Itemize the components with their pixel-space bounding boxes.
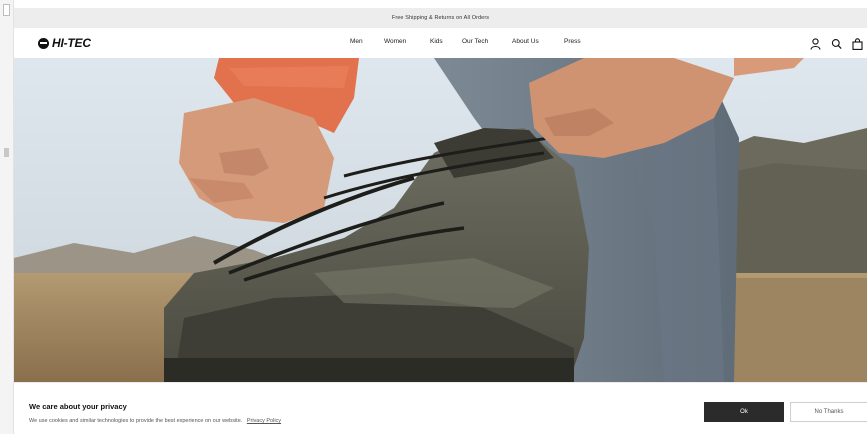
privacy-policy-link[interactable]: Privacy Policy xyxy=(247,418,281,424)
ok-button[interactable]: Ok xyxy=(704,402,784,422)
cookie-title: We care about your privacy xyxy=(29,402,127,411)
nav-item-men[interactable]: Men xyxy=(350,38,384,45)
nav-item-our-tech[interactable]: Our Tech xyxy=(462,38,512,45)
announcement-bar: Free Shipping & Returns on All Orders xyxy=(14,8,867,28)
cookie-banner: We care about your privacy We use cookie… xyxy=(14,382,867,434)
announcement-text: Free Shipping & Returns on All Orders xyxy=(391,15,490,21)
hero-boot-illustration xyxy=(14,58,867,382)
logo-mark-icon xyxy=(38,37,49,49)
search-icon[interactable] xyxy=(831,37,842,50)
gutter-handle[interactable] xyxy=(3,4,10,16)
cookie-description: We use cookies and similar technologies … xyxy=(29,418,281,424)
account-icon[interactable] xyxy=(810,37,821,50)
cart-icon[interactable] xyxy=(852,37,863,50)
nav-item-about-us[interactable]: About Us xyxy=(512,38,564,45)
left-gutter xyxy=(0,0,14,434)
main-nav: Men Women Kids Our Tech About Us Press xyxy=(350,38,594,45)
logo-text: HI-TEC xyxy=(52,36,91,50)
no-thanks-button[interactable]: No Thanks xyxy=(790,402,867,422)
cookie-text: We use cookies and similar technologies … xyxy=(29,418,243,424)
nav-item-press[interactable]: Press xyxy=(564,38,594,45)
nav-item-women[interactable]: Women xyxy=(384,38,430,45)
nav-item-kids[interactable]: Kids xyxy=(430,38,462,45)
header-icons xyxy=(810,37,863,50)
gutter-marker xyxy=(4,148,9,157)
brand-logo[interactable]: HI-TEC xyxy=(38,35,91,51)
hero-image[interactable] xyxy=(14,58,867,382)
site-header: HI-TEC Men Women Kids Our Tech About Us … xyxy=(14,28,867,58)
